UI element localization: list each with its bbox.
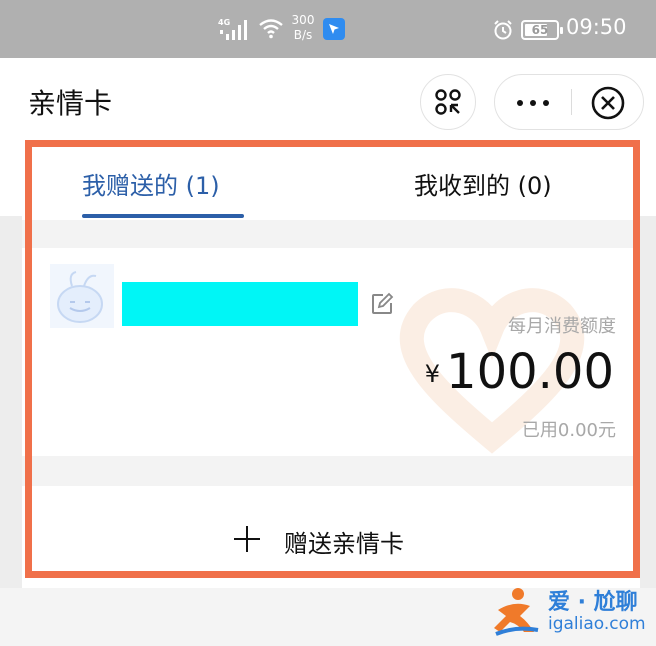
battery-icon: 65 — [521, 20, 563, 40]
avatar-icon — [50, 264, 114, 328]
quota-label: 每月消费额度 — [508, 316, 616, 337]
wifi-icon — [259, 19, 283, 39]
battery-level: 65 — [531, 23, 549, 37]
watermark-logo — [494, 588, 539, 636]
svg-text:4G: 4G — [218, 18, 230, 27]
currency-symbol: ¥ — [424, 360, 441, 388]
recipient-name-redacted — [122, 282, 358, 326]
app-notification-icon — [323, 18, 345, 40]
section-gap — [22, 220, 640, 248]
close-icon — [591, 86, 625, 120]
tab-sent[interactable]: 我赠送的 (1) — [82, 166, 220, 201]
clock: 09:50 — [566, 15, 627, 39]
qr-scan-button[interactable] — [420, 74, 476, 130]
more-button[interactable] — [495, 75, 571, 129]
speed-value: 300 — [291, 13, 315, 27]
plus-icon — [234, 526, 260, 552]
speed-unit: B/s — [293, 28, 313, 42]
quota-value: 100.00 — [446, 344, 614, 400]
watermark-title: 爱 · 尬聊 — [548, 590, 638, 615]
gift-card-button[interactable]: 赠送亲情卡 — [22, 486, 640, 588]
page-title: 亲情卡 — [28, 87, 113, 120]
close-button[interactable] — [572, 75, 644, 129]
tab-bar: 我赠送的 (1) 我收到的 (0) — [22, 136, 640, 220]
watermark-url: igaliao.com — [548, 614, 646, 634]
network-speed: 300 B/s — [288, 13, 318, 43]
family-card[interactable]: 每月消费额度 ¥100.00 已用0.00元 — [40, 248, 630, 456]
qr-scan-icon — [435, 89, 461, 115]
section-gap — [22, 456, 640, 486]
signal-icon: 4G — [218, 18, 247, 40]
quota-amount: ¥100.00 — [425, 344, 614, 400]
active-tab-indicator — [82, 214, 244, 218]
gift-card-label: 赠送亲情卡 — [284, 530, 404, 558]
used-amount: 已用0.00元 — [521, 420, 616, 441]
mini-program-capsule — [494, 74, 644, 130]
content-panel: 我赠送的 (1) 我收到的 (0) 每月消费额度 ¥100.00 已用0.00元… — [22, 136, 640, 588]
more-icon — [517, 100, 523, 106]
status-bar: 4G 300 B/s 65 09:50 — [0, 0, 656, 58]
tab-received[interactable]: 我收到的 (0) — [414, 166, 552, 201]
site-watermark: 爱 · 尬聊 igaliao.com — [490, 578, 650, 642]
alarm-icon — [494, 20, 512, 40]
edit-icon[interactable] — [370, 292, 394, 316]
